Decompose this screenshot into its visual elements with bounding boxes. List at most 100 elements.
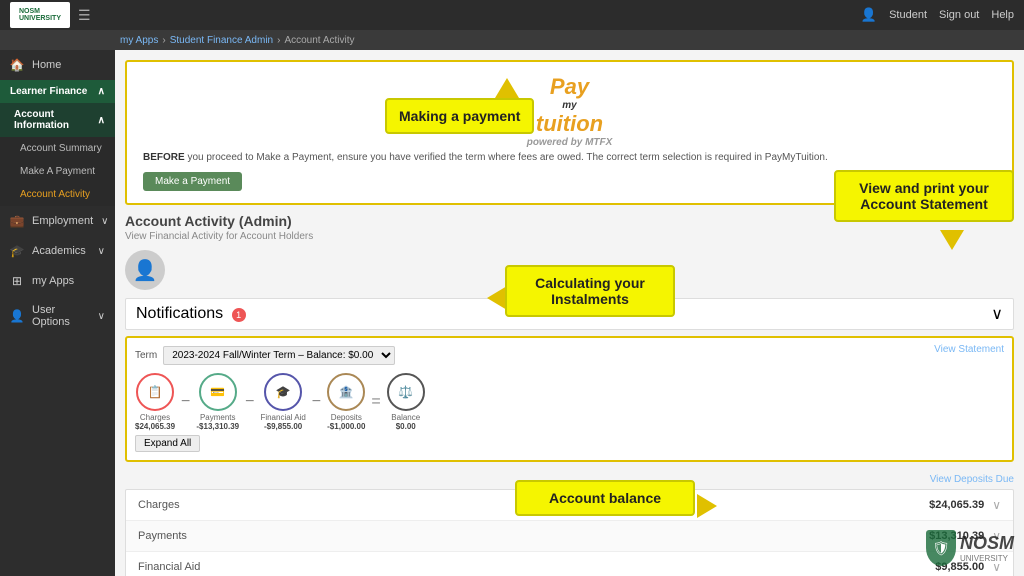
minus-sign-1: − [181, 393, 190, 411]
notifications-chevron[interactable]: ∨ [991, 304, 1003, 324]
breadcrumb-account-activity: Account Activity [284, 35, 354, 46]
payments-row-label: Payments [138, 530, 187, 542]
table-row: Payments $13,310.39 ∨ [126, 521, 1013, 552]
sidebar-user-options[interactable]: 👤 User Options ∨ [0, 296, 115, 336]
term-label: Term [135, 350, 157, 361]
breadcrumb-student-finance[interactable]: Student Finance Admin [170, 35, 273, 46]
pmt-before: BEFORE [143, 152, 185, 163]
page-title: Account Activity (Admin) [125, 213, 1014, 229]
charges-label: Charges [135, 413, 175, 422]
payments-circle: 💳 [199, 373, 237, 411]
my-apps-icon: ⊞ [10, 274, 24, 288]
charges-row-chevron[interactable]: ∨ [992, 498, 1001, 512]
account-rows: Charges $24,065.39 ∨ Payments $13,310.39… [125, 489, 1014, 576]
academics-icon: 🎓 [10, 244, 24, 258]
sidebar-employment[interactable]: 💼 Employment ∨ [0, 206, 115, 236]
term-row: Term 2023-2024 Fall/Winter Term – Balanc… [135, 346, 1004, 365]
arrow-calculating [487, 286, 507, 310]
pmt-notice: BEFORE you proceed to Make a Payment, en… [143, 152, 996, 163]
charges-row-label: Charges [138, 499, 180, 511]
arrow-account-balance [697, 494, 717, 518]
user-icon: 👤 [861, 7, 877, 23]
sidebar-make-payment[interactable]: Make A Payment [0, 160, 115, 183]
sidebar-account-info-header[interactable]: Account Information ∧ [0, 103, 115, 137]
payments-icon: 💳 [210, 385, 225, 399]
breadcrumb: my Apps › Student Finance Admin › Accoun… [0, 30, 1024, 50]
instalment-box: Term 2023-2024 Fall/Winter Term – Balanc… [125, 336, 1014, 462]
main-wrapper: Paymytuition powered by MTFX BEFORE you … [115, 50, 1024, 576]
hamburger-icon[interactable]: ☰ [78, 7, 91, 24]
employment-icon: 💼 [10, 214, 24, 228]
charges-circle-item: 📋 Charges $24,065.39 [135, 373, 175, 431]
minus-sign-2: − [245, 393, 254, 411]
finaid-icon: 🎓 [276, 385, 291, 399]
notifications-label: Notifications 1 [136, 305, 246, 323]
help-link[interactable]: Help [991, 9, 1014, 21]
balance-icon: ⚖️ [398, 385, 413, 399]
sidebar-my-apps[interactable]: ⊞ my Apps [0, 266, 115, 296]
deposits-icon: 🏦 [339, 385, 354, 399]
top-nav: NOSMUNIVERSITY ☰ 👤 Student Sign out Help [0, 0, 1024, 30]
deposits-label: Deposits [327, 413, 365, 422]
nosm-watermark: 🛡 NOSM UNIVERSITY [926, 530, 1014, 566]
table-row: Charges $24,065.39 ∨ [126, 490, 1013, 521]
sidebar-account-info: Account Information ∧ Account Summary Ma… [0, 103, 115, 206]
charges-row-amount: $24,065.39 [929, 499, 984, 511]
finaid-label: Financial Aid [260, 413, 305, 422]
top-nav-left: NOSMUNIVERSITY ☰ [10, 2, 91, 28]
sidebar-section-learner-finance[interactable]: Learner Finance ∧ [0, 80, 115, 103]
notifications-bar: Notifications 1 ∨ [125, 298, 1014, 330]
arrow-making-payment [495, 78, 519, 98]
equals-sign: = [371, 393, 380, 411]
charges-icon: 📋 [148, 385, 163, 399]
view-statement-link[interactable]: View Statement [934, 344, 1004, 355]
charges-circle: 📋 [136, 373, 174, 411]
breadcrumb-my-apps[interactable]: my Apps [120, 35, 158, 46]
minus-sign-3: − [312, 393, 321, 411]
payments-amount: -$13,310.39 [196, 422, 239, 431]
deposits-amount: -$1,000.00 [327, 422, 365, 431]
charges-amount: $24,065.39 [135, 422, 175, 431]
sidebar-item-home[interactable]: 🏠 Home [0, 50, 115, 80]
term-select[interactable]: 2023-2024 Fall/Winter Term – Balance: $0… [163, 346, 395, 365]
nosm-shield-icon: 🛡 [926, 530, 956, 566]
instalment-circles: 📋 Charges $24,065.39 − 💳 Payments -$13,3… [135, 373, 1004, 431]
sidebar-home-label: Home [32, 59, 61, 71]
top-nav-right: 👤 Student Sign out Help [861, 7, 1014, 23]
sidebar-account-activity[interactable]: Account Activity [0, 183, 115, 206]
main-layout: 🏠 Home Learner Finance ∧ Account Informa… [0, 50, 1024, 576]
finaid-circle: 🎓 [264, 373, 302, 411]
deposits-circle-item: 🏦 Deposits -$1,000.00 [327, 373, 365, 431]
sign-out-link[interactable]: Sign out [939, 9, 979, 21]
pmt-logo-sub: powered by MTFX [143, 137, 996, 148]
balance-circle: ⚖️ [387, 373, 425, 411]
finaid-row-label: Financial Aid [138, 561, 200, 573]
balance-label: Balance [387, 413, 425, 422]
view-deposits-link[interactable]: View Deposits Due [125, 470, 1014, 489]
home-icon: 🏠 [10, 58, 24, 72]
sidebar-academics[interactable]: 🎓 Academics ∨ [0, 236, 115, 266]
page-subtitle: View Financial Activity for Account Hold… [125, 231, 1014, 242]
username: Student [889, 9, 927, 21]
finaid-circle-item: 🎓 Financial Aid -$9,855.00 [260, 373, 305, 431]
pmt-banner: Paymytuition powered by MTFX BEFORE you … [125, 60, 1014, 205]
payments-label: Payments [196, 413, 239, 422]
balance-amount: $0.00 [387, 422, 425, 431]
table-row: Financial Aid $9,855.00 ∨ [126, 552, 1013, 576]
pmt-notice-text: you proceed to Make a Payment, ensure yo… [187, 152, 827, 163]
pmt-logo: Paymytuition powered by MTFX [143, 74, 996, 148]
arrow-view-statement [940, 230, 964, 250]
notifications-badge: 1 [232, 308, 246, 322]
main-content: Paymytuition powered by MTFX BEFORE you … [115, 50, 1024, 576]
payments-circle-item: 💳 Payments -$13,310.39 [196, 373, 239, 431]
instalment-section: Term 2023-2024 Fall/Winter Term – Balanc… [125, 336, 1014, 462]
balance-circle-item: ⚖️ Balance $0.00 [387, 373, 425, 431]
avatar: 👤 [125, 250, 165, 290]
expand-all-button[interactable]: Expand All [135, 435, 200, 452]
finaid-amount: -$9,855.00 [260, 422, 305, 431]
sidebar-account-summary[interactable]: Account Summary [0, 137, 115, 160]
user-options-icon: 👤 [10, 309, 24, 323]
make-payment-button[interactable]: Make a Payment [143, 172, 242, 191]
nosm-logo: NOSMUNIVERSITY [10, 2, 70, 28]
sidebar: 🏠 Home Learner Finance ∧ Account Informa… [0, 50, 115, 576]
